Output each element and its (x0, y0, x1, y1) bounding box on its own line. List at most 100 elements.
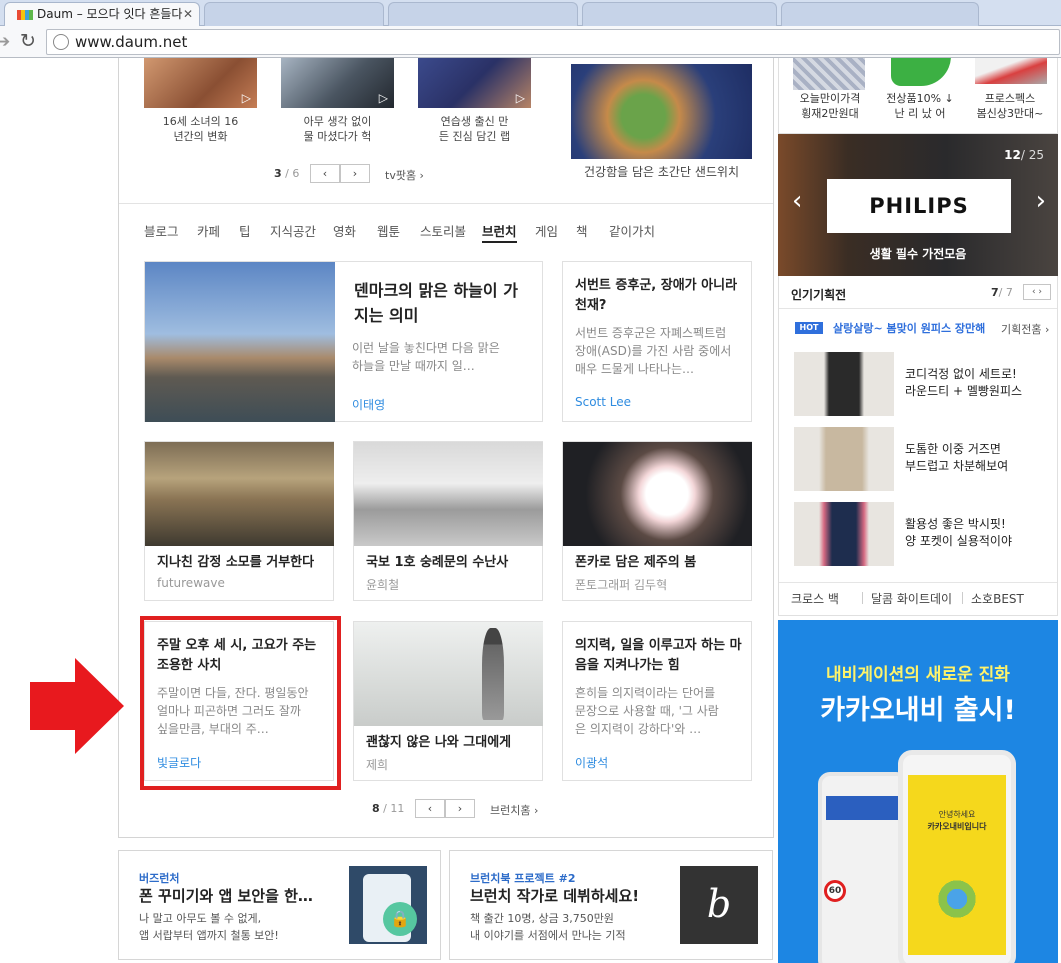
play-icon: ▷ (241, 91, 251, 105)
card-author[interactable]: Scott Lee (575, 395, 631, 409)
product-banner[interactable]: 12/ 25 PHILIPS 생활 필수 가전모음 ‹ › (778, 134, 1058, 276)
url-text: www.daum.net (75, 33, 188, 51)
card-image (354, 442, 543, 546)
promo-buzzlauncher[interactable]: 버즈런처 폰 꾸미기와 앱 보안을 한… 나 말고 아무도 볼 수 없게, 앱 서… (118, 850, 441, 960)
prev-button[interactable]: ‹ (415, 799, 445, 818)
video-thumbnail[interactable]: ▷ (281, 58, 394, 108)
product-image[interactable] (975, 58, 1047, 84)
tab-tip[interactable]: 팁 (239, 221, 251, 240)
shopping-item-label[interactable]: 오늘만이가격 횡재2만원대 (787, 91, 873, 121)
planned-home-link[interactable]: 기획전홈 › (1001, 321, 1049, 337)
video-thumbnail[interactable]: ▷ (418, 58, 531, 108)
product-image[interactable] (794, 352, 894, 416)
video-caption[interactable]: 16세 소녀의 16 년간의 변화 (144, 114, 257, 144)
product-image[interactable] (891, 58, 951, 86)
phone-lock-image: 🔒 (349, 866, 427, 944)
tab-book[interactable]: 책 (576, 221, 588, 240)
brunch-logo-icon: b (680, 866, 758, 944)
card-summary: 이런 날을 놓친다면 다음 맑은 하늘을 만날 때까지 일… (352, 341, 500, 373)
phone-screen (908, 775, 1006, 955)
nav-bar (826, 796, 900, 820)
planned-link[interactable]: 달콤 화이트데이 (871, 590, 952, 607)
card-author[interactable]: 윤희철 (366, 576, 399, 593)
card-author[interactable]: futurewave (157, 576, 225, 590)
product-image[interactable] (793, 58, 865, 90)
planned-counter: 7/ 7 (991, 286, 1013, 299)
promo-brunchbook[interactable]: 브런치북 프로젝트 #2 브런치 작가로 데뷔하세요! 책 출간 10명, 상금… (449, 850, 773, 960)
banner-prev-icon[interactable]: ‹ (792, 186, 802, 216)
brunch-card[interactable]: 서번트 증후군, 장애가 아니라 천재? 서번트 증후군은 자폐스펙트럼 장애(AS… (562, 261, 752, 422)
product-image[interactable] (794, 502, 894, 566)
card-title: 의지력, 일을 이루고자 하는 마 음을 지켜나가는 힘 (575, 638, 742, 673)
reload-icon[interactable]: ↻ (20, 30, 36, 52)
divider (962, 592, 963, 604)
tv-home-link[interactable]: tv팟홈 › (385, 167, 424, 183)
tab-knowledge[interactable]: 지식공간 (270, 221, 316, 240)
browser-tab[interactable] (582, 2, 777, 26)
address-bar[interactable]: www.daum.net (46, 29, 1060, 55)
browser-tab-daum[interactable]: Daum – 모으다 잇다 흔들다 ✕ (4, 2, 200, 26)
card-author[interactable]: 폰토그래퍼 김두혁 (575, 576, 667, 593)
planned-link[interactable]: 소호BEST (971, 590, 1024, 607)
brunch-card-featured[interactable]: 덴마크의 맑은 하늘이 가 지는 의미 이런 날을 놓친다면 다음 맑은 하늘을 만… (144, 261, 543, 422)
promo-title: 브런치 작가로 데뷔하세요! (470, 887, 640, 905)
tab-gachi[interactable]: 같이가치 (609, 221, 655, 240)
planned-link[interactable]: 크로스 백 (791, 590, 839, 607)
planned-item-text[interactable]: 코디걱정 없이 세트로! 라운드티 + 멜빵원피스 (905, 366, 1022, 400)
video-caption[interactable]: 아무 생각 없이 물 마셨다가 헉 (281, 114, 394, 144)
shopping-item-label[interactable]: 전상품10% ↓ 난 리 났 어 (877, 91, 963, 121)
browser-tab-strip: Daum – 모으다 잇다 흔들다 ✕ (0, 0, 1061, 26)
divider (779, 308, 1057, 309)
prev-button[interactable]: ‹ (310, 164, 340, 183)
browser-tab[interactable] (388, 2, 578, 26)
tab-cafe[interactable]: 카페 (197, 221, 220, 240)
banner-caption: 생활 필수 가전모음 (869, 247, 967, 261)
card-title: 괜찮지 않은 나와 그대에게 (366, 735, 512, 750)
card-image (563, 442, 752, 546)
tab-blog[interactable]: 블로그 (144, 221, 179, 240)
brunch-home-link[interactable]: 브런치홈 › (490, 802, 538, 818)
tab-title: Daum – 모으다 잇다 흔들다 (37, 7, 183, 21)
brunch-card[interactable]: 국보 1호 숭례문의 수난사 윤희철 (353, 441, 543, 601)
kakaonavi-ad[interactable]: 내비게이션의 새로운 진화 카카오내비 출시! 60 안녕하세요 카카오내비입니다 (778, 620, 1058, 963)
browser-tab[interactable] (204, 2, 384, 26)
brunch-card[interactable]: 폰카로 담은 제주의 봄 폰토그래퍼 김두혁 (562, 441, 752, 601)
tab-webtoon[interactable]: 웹툰 (377, 221, 400, 240)
video-caption[interactable]: 연습생 출신 만든 진심 담긴 랩 (418, 114, 531, 144)
product-image[interactable] (794, 427, 894, 491)
card-author[interactable]: 이태영 (352, 396, 385, 413)
hot-promo-link[interactable]: 살랑살랑~ 봄맞이 원피스 장만해 (833, 320, 985, 336)
brunch-card[interactable]: 괜찮지 않은 나와 그대에게 제희 (353, 621, 543, 781)
card-author[interactable]: 이광석 (575, 754, 608, 771)
brunch-card[interactable]: 의지력, 일을 이루고자 하는 마 음을 지켜나가는 힘 흔히들 의지력이라는 단… (562, 621, 752, 781)
tab-movie[interactable]: 영화 (333, 221, 356, 240)
card-author[interactable]: 제희 (366, 756, 388, 773)
browser-toolbar: ➔ ↻ www.daum.net (0, 26, 1061, 58)
play-icon: ▷ (378, 91, 388, 105)
promo-tag: 브런치북 프로젝트 #2 (470, 872, 576, 885)
tab-brunch[interactable]: 브런치 (482, 221, 517, 243)
planned-pager-buttons[interactable]: ‹ › (1023, 284, 1051, 300)
tab-game[interactable]: 게임 (535, 221, 558, 240)
ad-title: 카카오내비 출시! (820, 695, 1016, 726)
back-arrow-icon[interactable]: ➔ (0, 32, 10, 52)
next-button[interactable]: › (340, 164, 370, 183)
card-image (354, 622, 543, 726)
next-button[interactable]: › (445, 799, 475, 818)
promo-desc: 책 출간 10명, 상금 3,750만원 내 이야기를 서점에서 만나는 기적 (470, 912, 626, 942)
shopping-item-label[interactable]: 프로스펙스 봄신상3만대~ (967, 91, 1053, 121)
tab-storyball[interactable]: 스토리볼 (420, 221, 466, 240)
red-arrow-icon (30, 658, 124, 754)
brunch-card[interactable]: 지나친 감정 소모를 거부한다 futurewave (144, 441, 334, 601)
browser-tab[interactable] (781, 2, 979, 26)
close-tab-icon[interactable]: ✕ (183, 3, 193, 25)
planned-item-text[interactable]: 활용성 좋은 박시핏! 양 포켓이 실용적이야 (905, 516, 1012, 550)
tv-pager-count: 3 / 6 (274, 167, 300, 180)
planned-item-text[interactable]: 도톰한 이중 거즈면 부드럽고 차분해보여 (905, 441, 1008, 475)
food-caption[interactable]: 건강함을 담은 초간단 샌드위치 (571, 165, 752, 180)
play-icon: ▷ (515, 91, 525, 105)
video-thumbnail[interactable]: ▷ (144, 58, 257, 108)
promo-tag: 버즈런처 (139, 872, 180, 885)
food-thumbnail[interactable] (571, 64, 752, 159)
banner-next-icon[interactable]: › (1036, 186, 1046, 216)
